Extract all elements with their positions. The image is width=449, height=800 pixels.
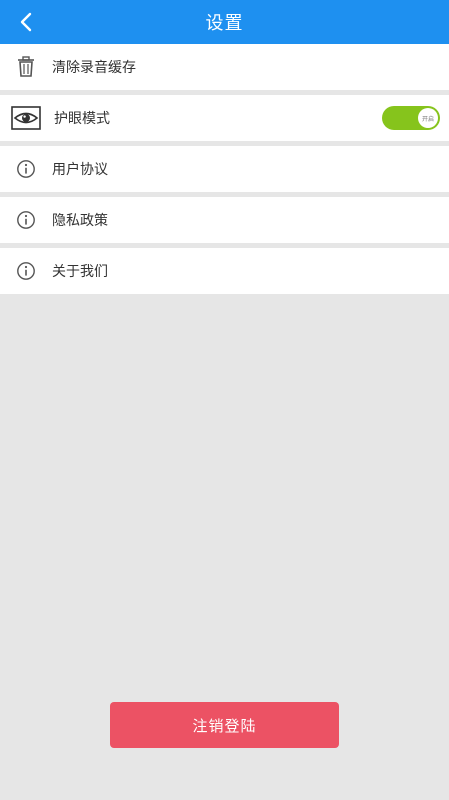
settings-item-user-agreement[interactable]: 用户协议	[0, 146, 449, 192]
settings-item-label: 隐私政策	[52, 213, 108, 229]
info-icon	[13, 156, 39, 182]
eye-mode-toggle[interactable]: 开启	[382, 106, 440, 130]
settings-item-label: 用户协议	[52, 162, 108, 178]
app-header: 设置	[0, 0, 449, 44]
settings-item-privacy-policy[interactable]: 隐私政策	[0, 197, 449, 243]
eye-icon	[11, 105, 41, 131]
page-title: 设置	[205, 13, 244, 34]
info-icon	[13, 207, 39, 233]
trash-icon	[13, 54, 39, 80]
settings-item-clear-cache[interactable]: 清除录音缓存	[0, 44, 449, 90]
settings-item-eye-mode: 护眼模式 开启	[0, 95, 449, 141]
settings-item-about-us[interactable]: 关于我们	[0, 248, 449, 294]
settings-item-label: 清除录音缓存	[52, 60, 136, 76]
info-icon	[13, 258, 39, 284]
settings-list: 清除录音缓存 护眼模式 开启 用户协议 隐私政策 关于我们	[0, 44, 449, 294]
logout-button[interactable]: 注销登陆	[110, 702, 339, 748]
toggle-knob: 开启	[418, 108, 438, 128]
settings-item-label: 关于我们	[52, 264, 108, 280]
chevron-left-icon	[20, 12, 32, 32]
settings-item-label: 护眼模式	[54, 111, 110, 127]
back-button[interactable]	[8, 0, 44, 44]
